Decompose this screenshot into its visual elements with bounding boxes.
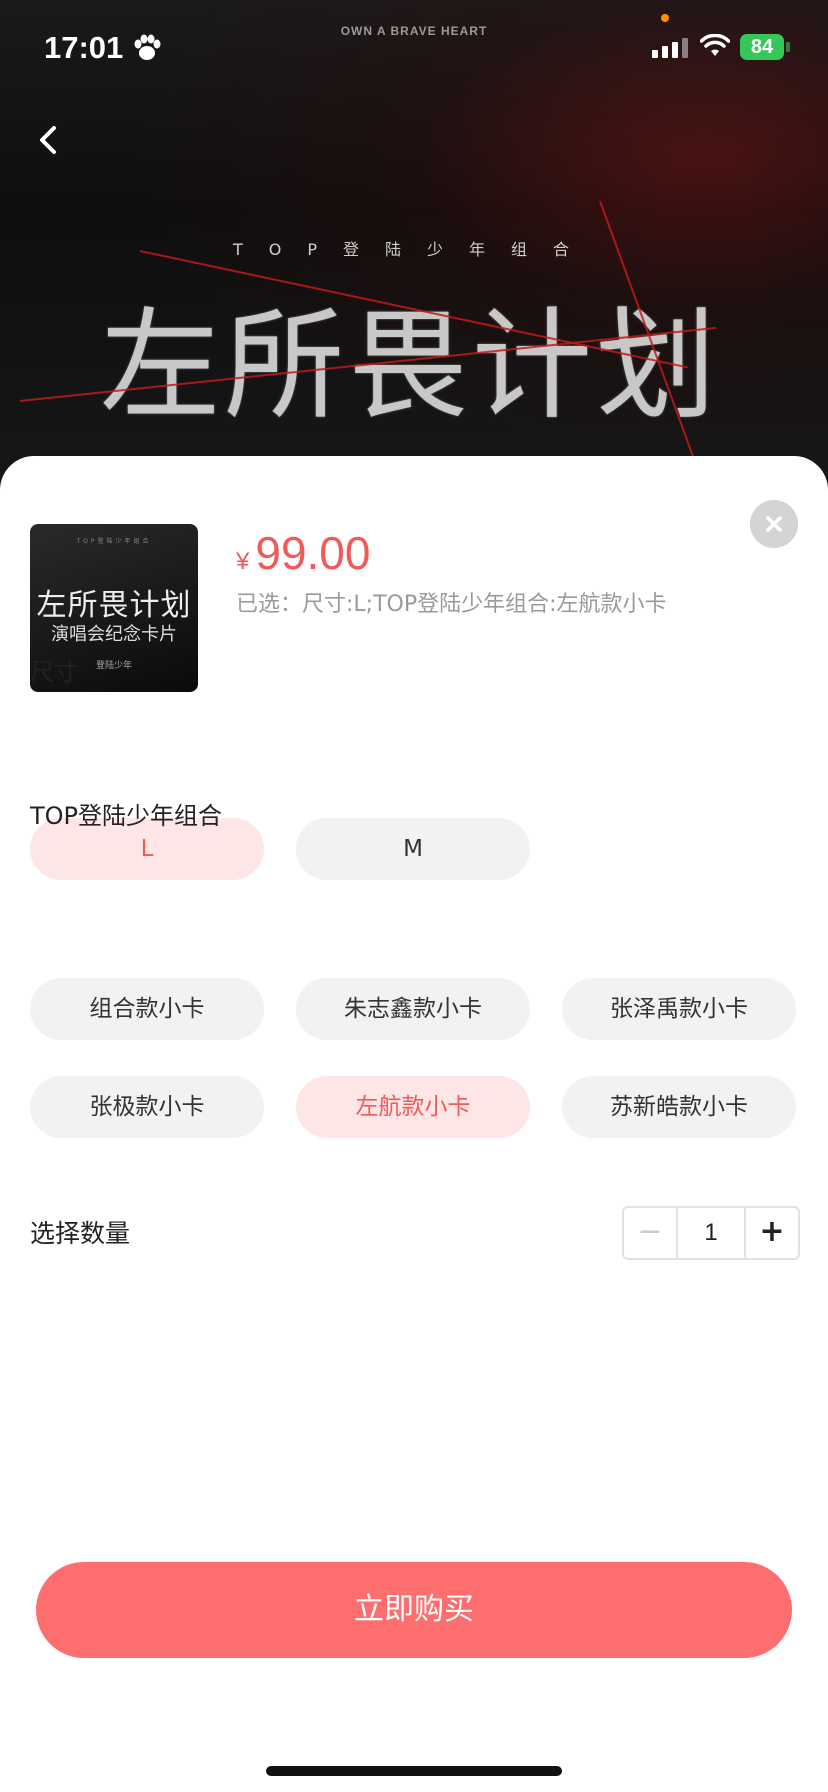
status-time: 17:01 [44,30,124,65]
banner-subtitle: TOP登陆少年组合 [232,240,596,259]
decrease-button[interactable]: − [624,1208,676,1258]
group-option-zhang-ji[interactable]: 张极款小卡 [30,1076,264,1138]
group-section-title: TOP登陆少年组合 [30,802,223,830]
product-price: ¥99.00 [236,526,370,580]
size-section-title: 尺寸 [30,658,78,686]
thumbnail-subtitle: 演唱会纪念卡片 [51,624,177,645]
increase-button[interactable]: + [746,1208,798,1258]
group-option-combo[interactable]: 组合款小卡 [30,978,264,1040]
quantity-input[interactable]: 1 [676,1208,746,1258]
thumbnail-title: 左所畏计划 [36,588,192,623]
thumbnail-small-text: TOP登陆少年组合 [76,538,152,545]
back-button[interactable] [30,118,70,162]
battery-cap [786,42,790,52]
buy-now-button[interactable]: 立即购买 [36,1562,792,1658]
sku-selection-sheet: TOP登陆少年组合 左所畏计划 演唱会纪念卡片 登陆少年 ¥99.00 已选：尺… [0,456,828,1792]
quantity-label: 选择数量 [30,1219,131,1248]
group-option-su-xinhao[interactable]: 苏新皓款小卡 [562,1076,796,1138]
selected-spec-text: 已选：尺寸:L;TOP登陆少年组合:左航款小卡 [236,592,667,617]
banner-image: OWN A BRAVE HEART TOP登陆少年组合 左所畏计划 [0,0,828,520]
group-option-zuo-hang[interactable]: 左航款小卡 [296,1076,530,1138]
close-button[interactable] [750,500,798,548]
privacy-indicator [661,14,669,22]
cellular-signal-icon [652,38,688,58]
wifi-icon [700,34,730,56]
battery-indicator: 84 [740,34,784,60]
chevron-left-icon [40,126,56,154]
quantity-stepper: − 1 + [622,1206,800,1260]
price-value: 99.00 [255,527,371,579]
group-option-zhu-zhixin[interactable]: 朱志鑫款小卡 [296,978,530,1040]
home-indicator [266,1766,562,1776]
size-option-m[interactable]: M [296,818,530,880]
currency-symbol: ¥ [236,548,250,575]
group-option-zhang-zeyu[interactable]: 张泽禹款小卡 [562,978,796,1040]
paw-icon [134,34,161,60]
